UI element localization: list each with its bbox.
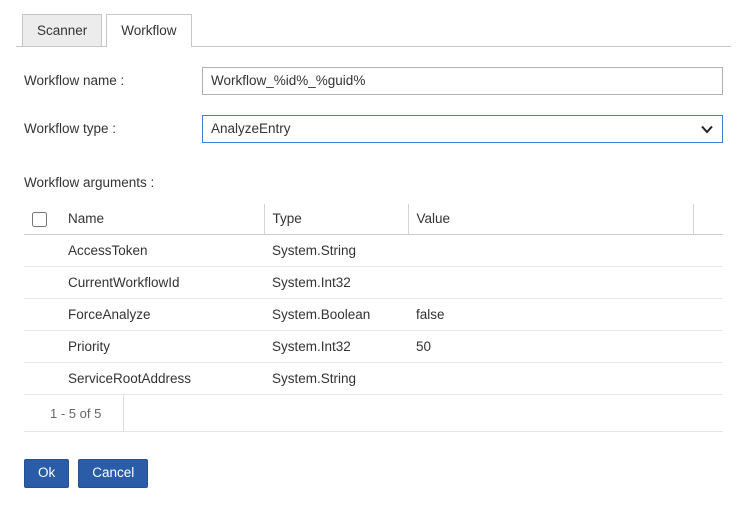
cell-spacer [693, 267, 723, 299]
cell-value [408, 363, 693, 395]
column-header-type[interactable]: Type [264, 204, 408, 235]
select-all-cell [24, 204, 60, 235]
column-header-value[interactable]: Value [408, 204, 693, 235]
workflow-type-selected-value: AnalyzeEntry [211, 121, 291, 136]
cell-value: false [408, 299, 693, 331]
workflow-type-row: Workflow type : AnalyzeEntry [24, 115, 723, 143]
cell-spacer [693, 363, 723, 395]
ok-button[interactable]: Ok [24, 459, 69, 488]
cell-name: ForceAnalyze [60, 299, 264, 331]
cell-type: System.Boolean [264, 299, 408, 331]
workflow-arguments-row: Workflow arguments : [24, 175, 723, 190]
arguments-table: Name Type Value AccessToken System.Strin… [24, 204, 723, 396]
tab-strip: Scanner Workflow [16, 14, 731, 47]
select-all-checkbox[interactable] [32, 212, 47, 227]
cell-type: System.String [264, 363, 408, 395]
workflow-name-label: Workflow name : [24, 73, 202, 88]
tab-workflow-label: Workflow [121, 23, 176, 38]
table-body: AccessToken System.String CurrentWorkflo… [24, 235, 723, 395]
table-pager: 1 - 5 of 5 [24, 395, 723, 432]
cell-spacer [693, 331, 723, 363]
cell-value [408, 267, 693, 299]
workflow-settings-page: Scanner Workflow Workflow name : Workflo… [0, 0, 747, 488]
table-row[interactable]: ForceAnalyze System.Boolean false [24, 299, 723, 331]
table-row[interactable]: AccessToken System.String [24, 235, 723, 267]
table-row[interactable]: Priority System.Int32 50 [24, 331, 723, 363]
pager-info: 1 - 5 of 5 [24, 395, 124, 431]
cell-value [408, 235, 693, 267]
tab-workflow[interactable]: Workflow [106, 14, 191, 47]
cell-type: System.Int32 [264, 331, 408, 363]
cell-name: CurrentWorkflowId [60, 267, 264, 299]
cell-name: ServiceRootAddress [60, 363, 264, 395]
action-buttons: Ok Cancel [24, 459, 723, 488]
workflow-arguments-label: Workflow arguments : [24, 175, 154, 190]
table-header-row: Name Type Value [24, 204, 723, 235]
cell-type: System.String [264, 235, 408, 267]
chevron-down-icon [700, 122, 714, 136]
workflow-type-select[interactable]: AnalyzeEntry [202, 115, 723, 143]
tab-scanner[interactable]: Scanner [22, 14, 102, 46]
row-checkbox-cell [24, 363, 60, 395]
row-checkbox-cell [24, 267, 60, 299]
cancel-button[interactable]: Cancel [78, 459, 148, 488]
tab-scanner-label: Scanner [37, 23, 87, 38]
cell-spacer [693, 235, 723, 267]
workflow-name-input[interactable] [202, 67, 723, 95]
workflow-type-label: Workflow type : [24, 121, 202, 136]
cell-type: System.Int32 [264, 267, 408, 299]
table-row[interactable]: ServiceRootAddress System.String [24, 363, 723, 395]
cell-spacer [693, 299, 723, 331]
row-checkbox-cell [24, 235, 60, 267]
workflow-name-row: Workflow name : [24, 67, 723, 95]
row-checkbox-cell [24, 299, 60, 331]
row-checkbox-cell [24, 331, 60, 363]
column-header-spacer [693, 204, 723, 235]
cell-name: Priority [60, 331, 264, 363]
cell-name: AccessToken [60, 235, 264, 267]
column-header-name[interactable]: Name [60, 204, 264, 235]
table-row[interactable]: CurrentWorkflowId System.Int32 [24, 267, 723, 299]
cell-value: 50 [408, 331, 693, 363]
